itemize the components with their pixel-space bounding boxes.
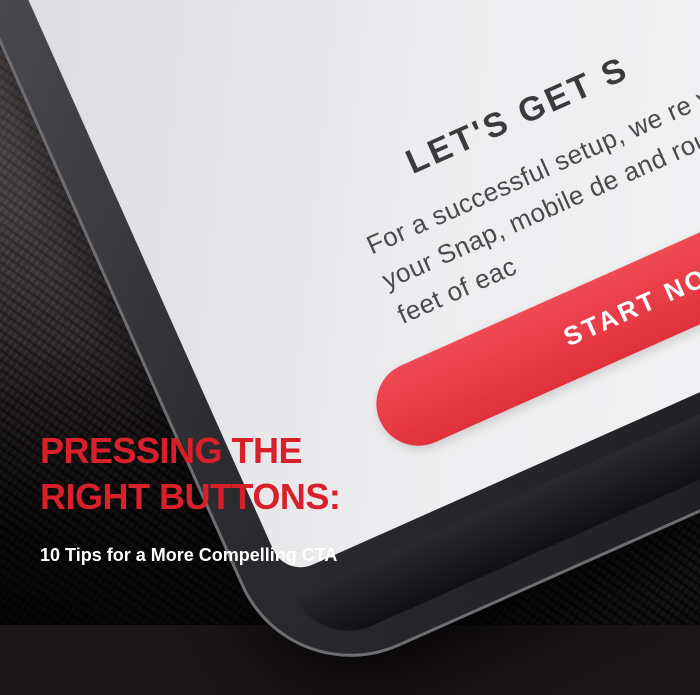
headline-line-1: PRESSING THE [40,430,303,471]
headline-line-2: RIGHT BUTTONS: [40,476,341,517]
headline: PRESSING THE RIGHT BUTTONS: [40,428,341,520]
subheadline: 10 Tips for a More Compelling CTA [40,545,338,565]
